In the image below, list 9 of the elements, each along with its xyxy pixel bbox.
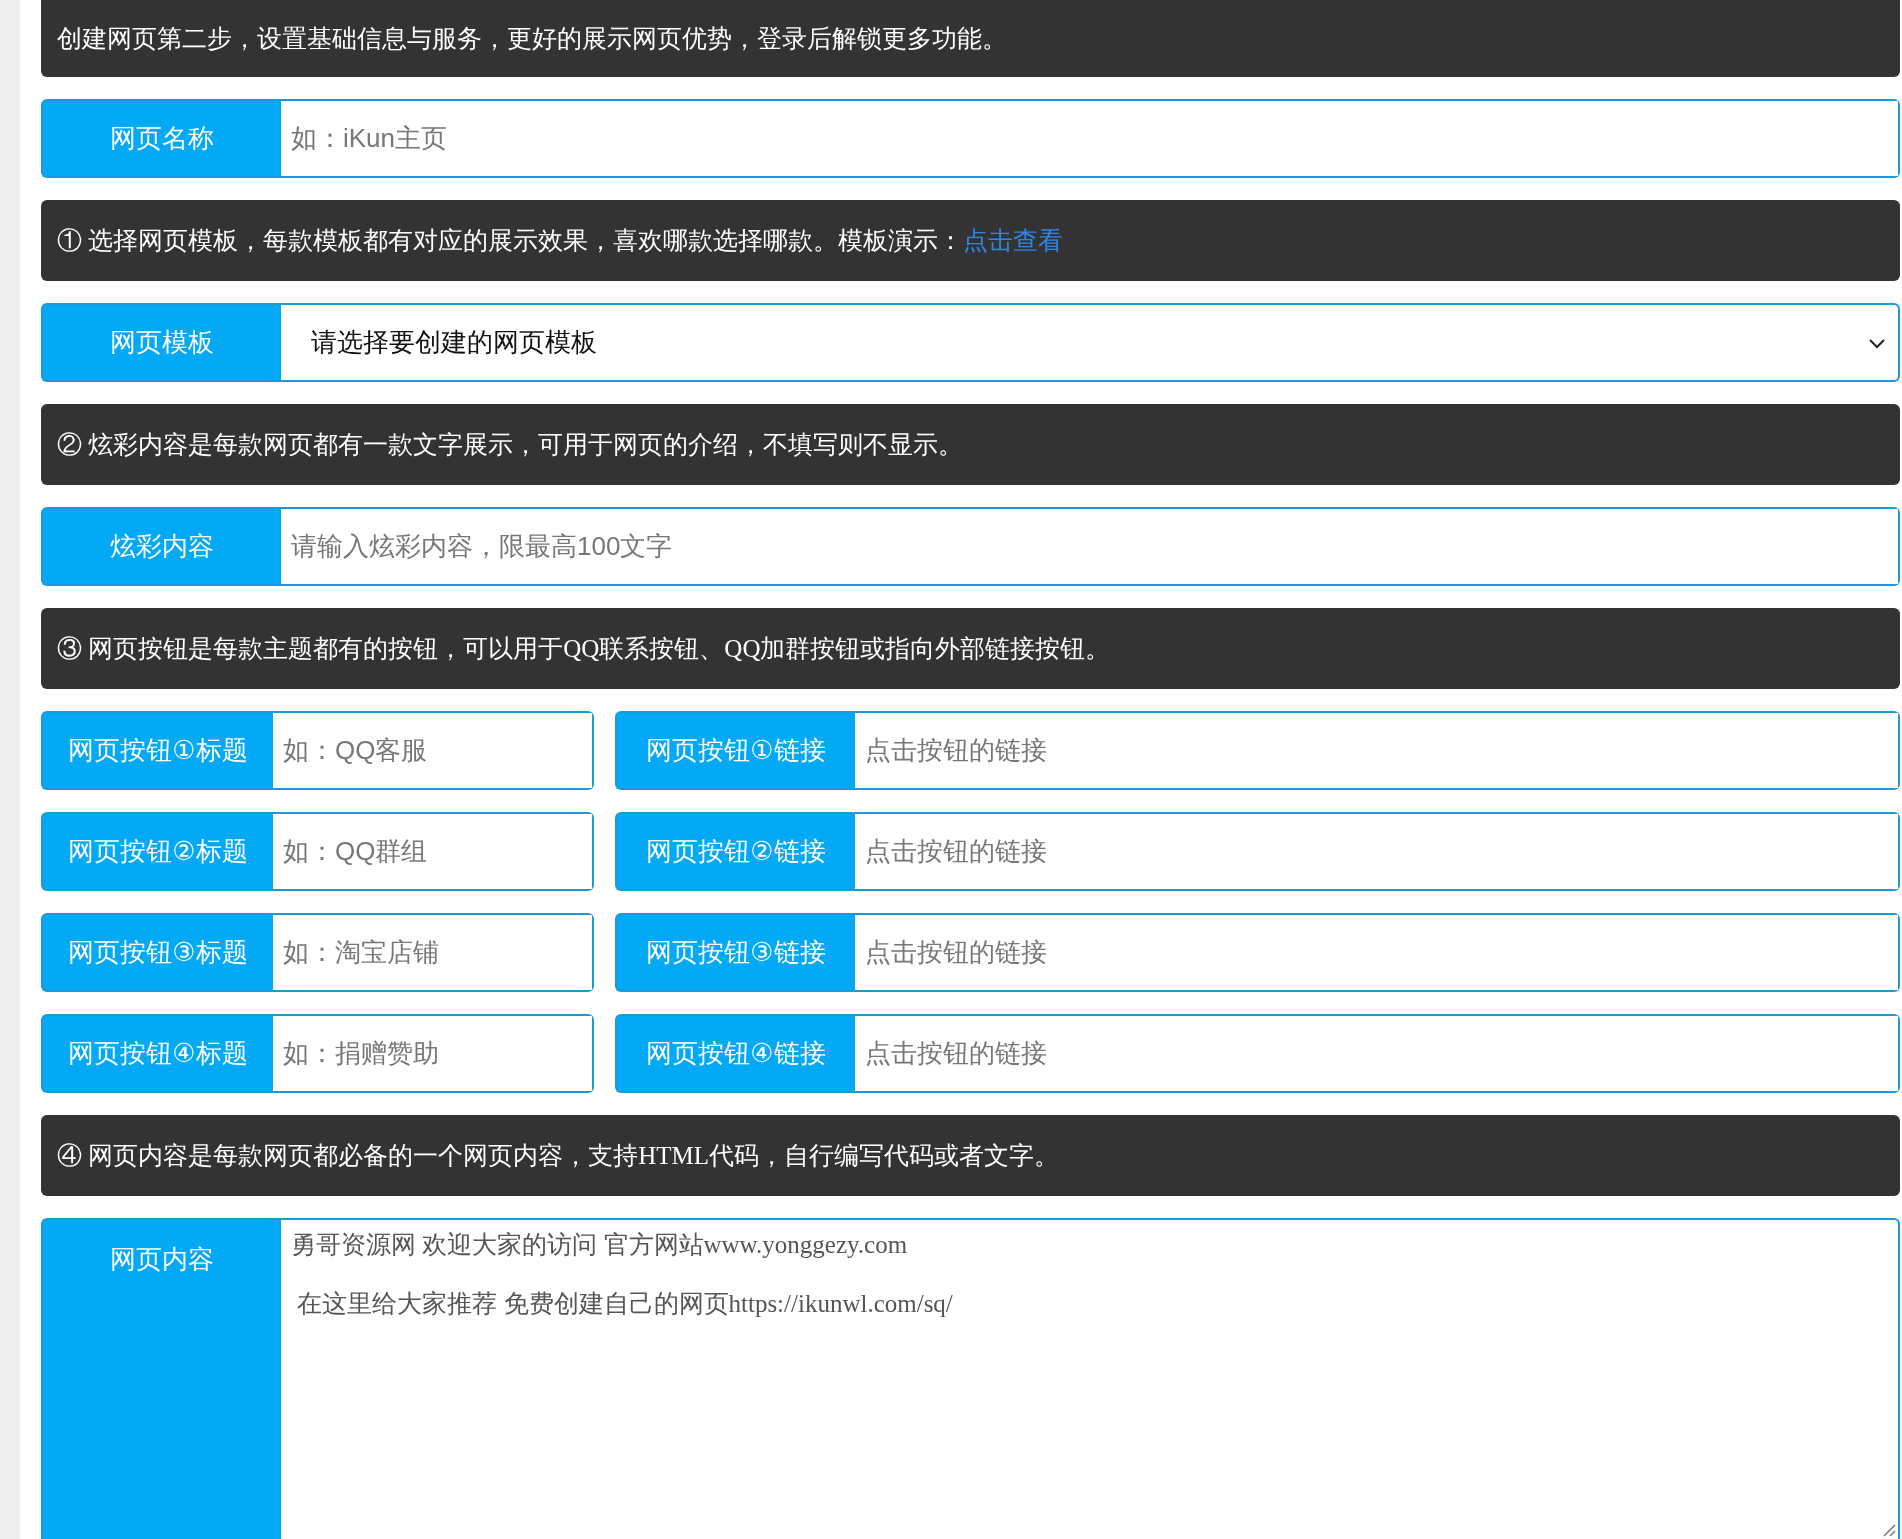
text-line: 勇哥资源网 欢迎大家的访问 官方网站www.yonggezy.com (291, 1230, 908, 1260)
notice-text: ② 炫彩内容是每款网页都有一款文字展示，可用于网页的介绍，不填写则不显示。 (57, 430, 964, 460)
notice-text: ④ 网页内容是每款网页都必备的一个网页内容，支持HTML代码，自行编写代码或者文字。 (57, 1141, 1060, 1171)
field-label: 网页内容 (41, 1218, 281, 1539)
notice-text: ③ 网页按钮是每款主题都有的按钮，可以用于QQ联系按钮、QQ加群按钮或指向外部链接按钮。 (57, 634, 1111, 664)
notice-text: 创建网页第二步，设置基础信息与服务，更好的展示网页优势，登录后解锁更多功能。 (57, 24, 1007, 54)
content-textarea[interactable]: 勇哥资源网 欢迎大家的访问 官方网站www.yonggezy.com 在这里给大家推荐 免费创建自己的网页https://ikunwl.com/sq/ (281, 1218, 1900, 1539)
text-line: 在这里给大家推荐 免费创建自己的网页https://ikunwl.com/sq/ (296, 1289, 953, 1319)
notice-text: ① 选择网页模板，每款模板都有对应的展示效果，喜欢哪款选择哪款。模板演示： (57, 226, 964, 256)
